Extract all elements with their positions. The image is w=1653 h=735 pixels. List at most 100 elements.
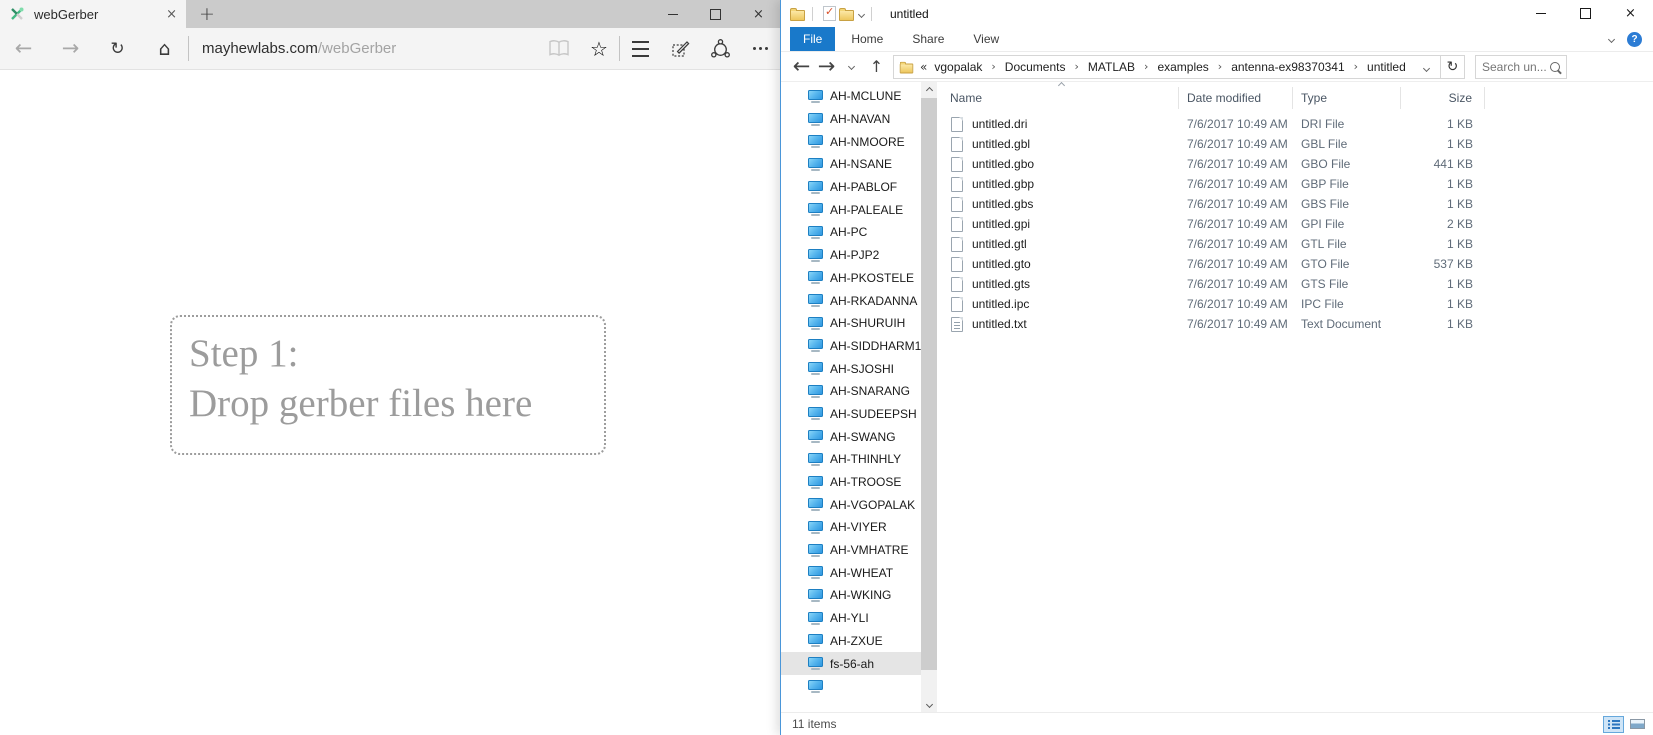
- ribbon-tab[interactable]: View: [960, 27, 1012, 51]
- browser-tab-webgerber[interactable]: webGerber ×: [0, 0, 186, 28]
- file-name[interactable]: untitled.gbl: [972, 137, 1179, 151]
- ribbon-tab[interactable]: Home: [838, 27, 896, 51]
- tree-item-computer[interactable]: AH-VMHATRE: [781, 539, 921, 562]
- breadcrumb-separator-icon[interactable]: ›: [984, 60, 1002, 73]
- large-icons-view-button[interactable]: [1628, 716, 1649, 733]
- tree-item-computer[interactable]: AH-VGOPALAK: [781, 493, 921, 516]
- tree-item-computer[interactable]: AH-NMOORE: [781, 130, 921, 153]
- address-refresh-button[interactable]: ↻: [1441, 55, 1465, 79]
- file-name[interactable]: untitled.gts: [972, 277, 1179, 291]
- expand-ribbon-chevron-icon[interactable]: [1608, 36, 1615, 43]
- breadcrumb-label[interactable]: vgopalak: [932, 60, 984, 74]
- breadcrumb-item[interactable]: examples ›: [1155, 60, 1229, 74]
- file-row[interactable]: untitled.dri 7/6/2017 10:49 AM DRI File …: [937, 114, 1653, 134]
- browser-minimize-button[interactable]: [651, 0, 694, 28]
- tree-item-computer[interactable]: AH-WHEAT: [781, 561, 921, 584]
- breadcrumb-item[interactable]: antenna-ex98370341 ›: [1229, 60, 1365, 74]
- breadcrumb-label[interactable]: MATLAB: [1086, 60, 1137, 74]
- breadcrumb-separator-icon[interactable]: ›: [1068, 60, 1086, 73]
- file-row[interactable]: untitled.gpi 7/6/2017 10:49 AM GPI File …: [937, 214, 1653, 234]
- file-row[interactable]: untitled.gto 7/6/2017 10:49 AM GTO File …: [937, 254, 1653, 274]
- hub-icon[interactable]: [620, 28, 660, 70]
- breadcrumb-item[interactable]: MATLAB ›: [1086, 60, 1156, 74]
- file-row[interactable]: untitled.gbo 7/6/2017 10:49 AM GBO File …: [937, 154, 1653, 174]
- qat-new-folder-icon[interactable]: [839, 10, 854, 21]
- breadcrumb-item[interactable]: untitled ›: [1365, 60, 1408, 74]
- tree-item-computer[interactable]: AH-YLI: [781, 607, 921, 630]
- scrollbar-thumb[interactable]: [921, 98, 937, 670]
- tab-close-icon[interactable]: ×: [166, 7, 177, 22]
- breadcrumb-overflow[interactable]: «: [914, 60, 932, 74]
- tree-item-computer[interactable]: AH-ZXUE: [781, 630, 921, 653]
- file-name[interactable]: untitled.gpi: [972, 217, 1179, 231]
- breadcrumb-label[interactable]: examples: [1155, 60, 1210, 74]
- browser-close-button[interactable]: ×: [737, 0, 780, 28]
- column-header-date-modified[interactable]: Date modified: [1179, 87, 1293, 109]
- tree-item-computer[interactable]: AH-PABLOF: [781, 176, 921, 199]
- more-actions-icon[interactable]: [740, 28, 780, 70]
- file-row[interactable]: untitled.gbp 7/6/2017 10:49 AM GBP File …: [937, 174, 1653, 194]
- file-row[interactable]: untitled.gbl 7/6/2017 10:49 AM GBL File …: [937, 134, 1653, 154]
- explorer-minimize-button[interactable]: [1518, 0, 1563, 27]
- tree-item-computer[interactable]: AH-MCLUNE: [781, 85, 921, 108]
- tree-item-computer[interactable]: AH-SUDEEPSH: [781, 403, 921, 426]
- tree-item-computer[interactable]: AH-PC: [781, 221, 921, 244]
- scroll-down-arrow-icon[interactable]: [921, 696, 937, 712]
- tree-item-computer[interactable]: AH-NSANE: [781, 153, 921, 176]
- search-icon[interactable]: [1550, 62, 1560, 72]
- tree-item-computer[interactable]: AH-SHURUIH: [781, 312, 921, 335]
- breadcrumb-item[interactable]: Documents ›: [1003, 60, 1086, 74]
- reading-view-icon[interactable]: [539, 28, 579, 70]
- tree-item-computer[interactable]: AH-RKADANNA: [781, 289, 921, 312]
- file-name[interactable]: untitled.dri: [972, 117, 1179, 131]
- up-one-level-button[interactable]: ↑: [864, 52, 889, 82]
- file-row[interactable]: untitled.ipc 7/6/2017 10:49 AM IPC File …: [937, 294, 1653, 314]
- file-row[interactable]: untitled.gtl 7/6/2017 10:49 AM GTL File …: [937, 234, 1653, 254]
- explorer-maximize-button[interactable]: [1563, 0, 1608, 27]
- browser-maximize-button[interactable]: [694, 0, 737, 28]
- tree-item-computer[interactable]: AH-VIYER: [781, 516, 921, 539]
- ribbon-tab[interactable]: Share: [899, 27, 957, 51]
- file-row[interactable]: untitled.txt 7/6/2017 10:49 AM Text Docu…: [937, 314, 1653, 334]
- breadcrumb-separator-icon[interactable]: ›: [1347, 60, 1365, 73]
- help-icon[interactable]: ?: [1627, 32, 1642, 47]
- details-view-button[interactable]: [1603, 716, 1624, 733]
- tree-item-computer[interactable]: AH-SJOSHI: [781, 357, 921, 380]
- explorer-address-bar[interactable]: « vgopalak › Documents ›: [893, 55, 1441, 79]
- gerber-dropzone[interactable]: Step 1: Drop gerber files here: [170, 315, 606, 455]
- tree-item-computer[interactable]: AH-NAVAN: [781, 108, 921, 131]
- tree-item-computer[interactable]: AH-PALEALE: [781, 198, 921, 221]
- file-name[interactable]: untitled.gbs: [972, 197, 1179, 211]
- file-name[interactable]: untitled.gbp: [972, 177, 1179, 191]
- ribbon-tab[interactable]: File: [790, 27, 835, 51]
- breadcrumb-item[interactable]: vgopalak ›: [932, 60, 1002, 74]
- new-tab-button[interactable]: +: [186, 0, 228, 28]
- tree-item-computer[interactable]: AH-THINHLY: [781, 448, 921, 471]
- back-button[interactable]: ←: [0, 28, 47, 70]
- file-name[interactable]: untitled.txt: [972, 317, 1179, 331]
- scroll-up-arrow-icon[interactable]: [921, 82, 937, 98]
- file-name[interactable]: untitled.gbo: [972, 157, 1179, 171]
- nav-back-button[interactable]: ←: [789, 52, 814, 82]
- file-name[interactable]: untitled.ipc: [972, 297, 1179, 311]
- web-note-icon[interactable]: [660, 28, 700, 70]
- tree-item-computer[interactable]: AH-TROOSE: [781, 471, 921, 494]
- tree-item-computer[interactable]: AH-SWANG: [781, 425, 921, 448]
- qat-customize-chevron-icon[interactable]: [858, 11, 865, 18]
- breadcrumb-label[interactable]: antenna-ex98370341: [1229, 60, 1346, 74]
- file-name[interactable]: untitled.gto: [972, 257, 1179, 271]
- address-bar[interactable]: mayhewlabs.com/webGerber: [202, 40, 396, 57]
- file-row[interactable]: untitled.gts 7/6/2017 10:49 AM GTS File …: [937, 274, 1653, 294]
- qat-properties-icon[interactable]: ✓: [823, 6, 836, 21]
- tree-item-computer[interactable]: AH-WKING: [781, 584, 921, 607]
- breadcrumb-separator-icon[interactable]: ›: [1137, 60, 1155, 73]
- tree-item-computer[interactable]: AH-PKOSTELE: [781, 267, 921, 290]
- tree-item-computer[interactable]: AH-SNARANG: [781, 380, 921, 403]
- column-header-type[interactable]: Type: [1293, 87, 1401, 109]
- share-icon[interactable]: [700, 28, 740, 70]
- breadcrumb-separator-icon[interactable]: ›: [1211, 60, 1229, 73]
- file-name[interactable]: untitled.gtl: [972, 237, 1179, 251]
- navigation-scrollbar[interactable]: [921, 82, 937, 712]
- file-row[interactable]: untitled.gbs 7/6/2017 10:49 AM GBS File …: [937, 194, 1653, 214]
- explorer-close-button[interactable]: ×: [1608, 0, 1653, 27]
